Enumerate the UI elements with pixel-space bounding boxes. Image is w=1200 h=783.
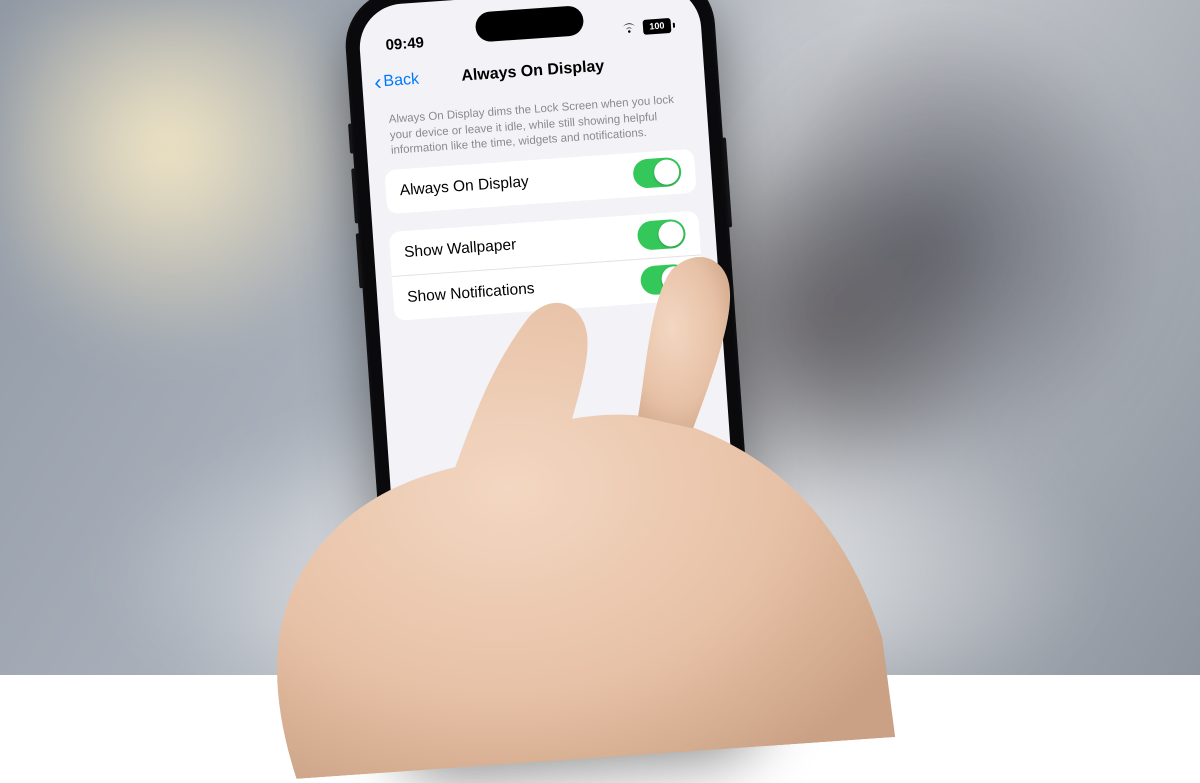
battery-icon: 100 bbox=[642, 17, 675, 34]
row-label: Always On Display bbox=[399, 173, 529, 200]
chevron-left-icon: ‹ bbox=[373, 71, 382, 93]
toggle-always-on-display[interactable] bbox=[632, 157, 682, 189]
battery-level: 100 bbox=[649, 20, 665, 31]
settings-group-options: Show Wallpaper Show Notifications bbox=[389, 210, 704, 320]
phone-device: 09:49 100 ‹ Back Always On Display Alway bbox=[342, 0, 764, 752]
back-label: Back bbox=[383, 71, 420, 91]
wifi-icon bbox=[621, 21, 638, 34]
back-button[interactable]: ‹ Back bbox=[361, 69, 419, 95]
row-label: Show Wallpaper bbox=[404, 236, 517, 262]
toggle-show-wallpaper[interactable] bbox=[637, 219, 687, 251]
row-label: Show Notifications bbox=[407, 280, 535, 307]
settings-content: Always On Display dims the Lock Screen w… bbox=[364, 87, 749, 737]
status-time: 09:49 bbox=[385, 34, 424, 54]
toggle-show-notifications[interactable] bbox=[640, 263, 690, 295]
phone-screen: 09:49 100 ‹ Back Always On Display Alway bbox=[357, 0, 749, 737]
